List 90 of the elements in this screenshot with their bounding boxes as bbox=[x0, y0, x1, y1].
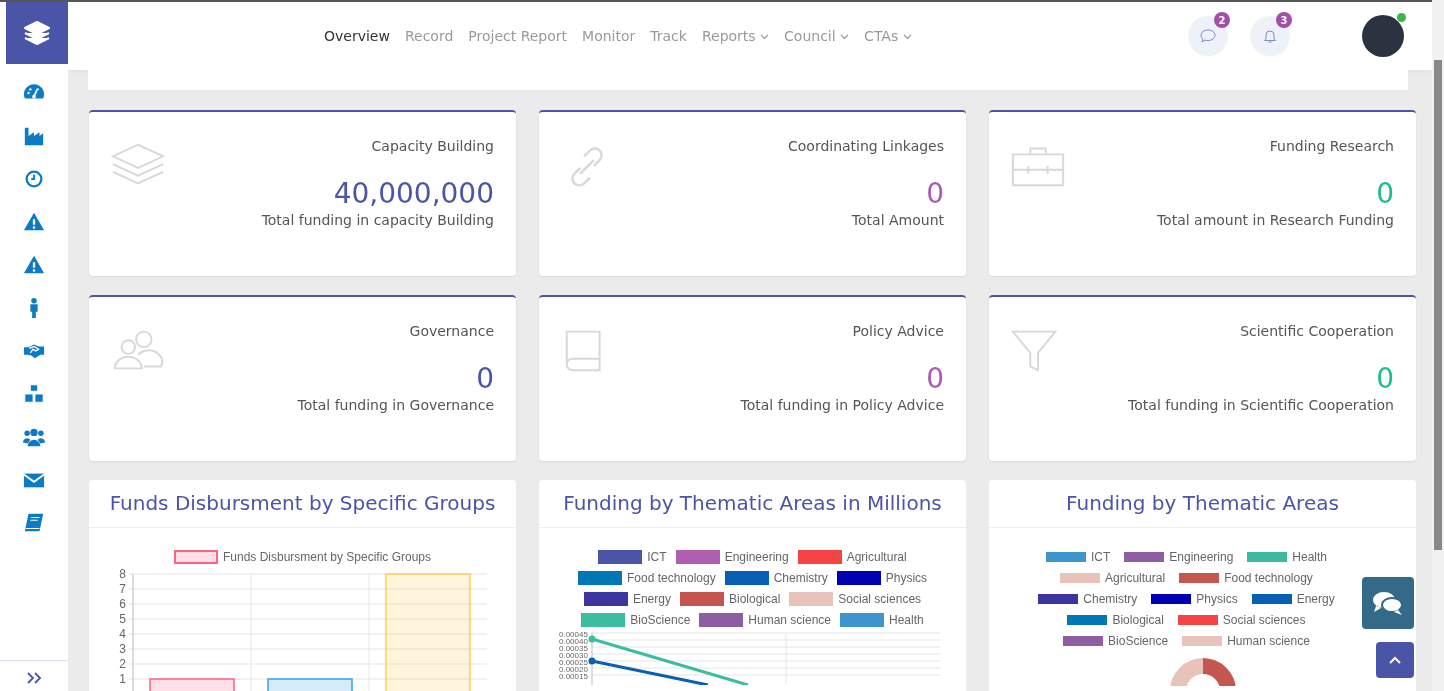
user-avatar[interactable] bbox=[1362, 15, 1404, 57]
legend-label: Funds Disbursment by Specific Groups bbox=[222, 549, 432, 566]
stat-caption: Total amount in Research Funding bbox=[1156, 210, 1394, 230]
clock-icon[interactable] bbox=[23, 168, 45, 190]
legend-label: Physics bbox=[885, 570, 928, 587]
donut-chart-drawing bbox=[1167, 656, 1238, 686]
legend-label: BioScience bbox=[1108, 633, 1169, 650]
axis-label: 6 bbox=[119, 597, 126, 611]
legend-label: Biological bbox=[728, 591, 781, 608]
nav-link[interactable]: Record bbox=[404, 25, 454, 47]
stat-title: Scientific Cooperation bbox=[1240, 322, 1394, 341]
stat-caption: Total funding in Governance bbox=[297, 395, 494, 415]
stat-value: 0 bbox=[926, 364, 944, 395]
axis-label: 0.00045 bbox=[559, 631, 588, 638]
legend-label: Energy bbox=[1296, 591, 1335, 608]
chat-icon bbox=[1372, 590, 1404, 616]
scroll-top-button[interactable] bbox=[1376, 642, 1414, 678]
users-icon[interactable] bbox=[23, 426, 45, 448]
scrollbar-thumb[interactable] bbox=[1434, 60, 1442, 550]
stat-value: 0 bbox=[926, 179, 944, 210]
double-chevron-icon[interactable] bbox=[26, 671, 42, 685]
nav-link[interactable]: Reports bbox=[701, 25, 770, 47]
axis-label: 0.00040 bbox=[559, 638, 588, 645]
axis-label: 0.00025 bbox=[559, 659, 588, 666]
count-badge: 3 bbox=[1276, 12, 1292, 28]
axis-label: 0.00030 bbox=[559, 652, 588, 659]
cubes-icon[interactable] bbox=[23, 383, 45, 405]
axis-label: 7 bbox=[119, 582, 126, 596]
legend-label: Chemistry bbox=[1083, 591, 1138, 608]
stat-value: 40,000,000 bbox=[333, 179, 494, 210]
axis-label: 4 bbox=[119, 627, 126, 641]
chart-title: Funds Disbursment by Specific Groups bbox=[89, 480, 516, 528]
axis-label: 0.00035 bbox=[559, 645, 588, 652]
axis-label: 8 bbox=[119, 568, 126, 581]
warning-icon[interactable] bbox=[23, 254, 45, 276]
stat-caption: Total funding in Policy Advice bbox=[740, 395, 944, 415]
axis-label: 3 bbox=[119, 642, 126, 656]
warning-icon[interactable] bbox=[23, 211, 45, 233]
nav-link[interactable]: Monitor bbox=[582, 25, 636, 47]
legend-label: Human science bbox=[748, 612, 832, 629]
logo-tile[interactable] bbox=[6, 2, 68, 64]
axis-label: 0.00020 bbox=[559, 666, 588, 673]
nav-link[interactable]: Council bbox=[784, 25, 850, 47]
legend-label: Agricultural bbox=[846, 549, 907, 566]
legend-label: Social sciences bbox=[1222, 612, 1306, 629]
legend-label: Food technology bbox=[1224, 570, 1313, 587]
nav-link[interactable]: CTAs bbox=[864, 25, 912, 47]
stat-caption: Total Amount bbox=[851, 210, 944, 230]
legend-label: Social sciences bbox=[838, 591, 922, 608]
legend-label: Engineering bbox=[724, 549, 789, 566]
stat-title: Capacity Building bbox=[371, 137, 494, 156]
legend-label: Physics bbox=[1196, 591, 1238, 608]
stat-caption: Total funding in Scientific Cooperation bbox=[1128, 395, 1394, 415]
legend-label: Biological bbox=[1112, 612, 1164, 629]
legend-label: ICT bbox=[1090, 549, 1111, 566]
axis-label: 5 bbox=[119, 612, 126, 626]
legend-label: Food technology bbox=[626, 570, 716, 587]
layers-icon bbox=[24, 20, 50, 46]
legend-label: Energy bbox=[632, 591, 671, 608]
book-icon[interactable] bbox=[23, 512, 45, 534]
axis-label: 2 bbox=[119, 657, 126, 671]
count-badge: 2 bbox=[1214, 12, 1230, 28]
stat-value: 0 bbox=[1376, 179, 1394, 210]
stat-title: Funding Research bbox=[1269, 137, 1394, 156]
stat-value: 0 bbox=[1376, 364, 1394, 395]
speech-bubble-icon bbox=[1200, 28, 1216, 44]
stat-title: Policy Advice bbox=[852, 322, 944, 341]
stat-title: Governance bbox=[409, 322, 494, 341]
factory-icon[interactable] bbox=[23, 125, 45, 147]
stat-title: Coordinating Linkages bbox=[787, 137, 944, 156]
chevron-up-icon bbox=[1389, 656, 1401, 664]
legend-label: Agricultural bbox=[1105, 570, 1166, 587]
legend-label: Health bbox=[1292, 549, 1328, 566]
legend-label: Health bbox=[889, 612, 924, 629]
legend-label: Engineering bbox=[1169, 549, 1234, 566]
legend-label: Human science bbox=[1227, 633, 1310, 650]
chart-title: Funding by Thematic Areas in Millions bbox=[539, 480, 966, 528]
bell-icon bbox=[1262, 28, 1278, 44]
stat-value: 0 bbox=[476, 364, 494, 395]
chat-button[interactable] bbox=[1362, 577, 1414, 629]
axis-label: 1 bbox=[119, 672, 126, 686]
nav-link[interactable]: Project Report bbox=[468, 25, 568, 47]
nav-link[interactable]: Overview bbox=[324, 25, 390, 47]
legend-label: Chemistry bbox=[773, 570, 828, 587]
nav-link[interactable]: Track bbox=[650, 25, 687, 47]
stat-caption: Total funding in capacity Building bbox=[261, 210, 494, 230]
chart-title: Funding by Thematic Areas bbox=[989, 480, 1416, 528]
legend-label: ICT bbox=[647, 549, 667, 566]
legend-label: BioScience bbox=[630, 612, 691, 629]
axis-label: 0.00015 bbox=[559, 673, 588, 680]
